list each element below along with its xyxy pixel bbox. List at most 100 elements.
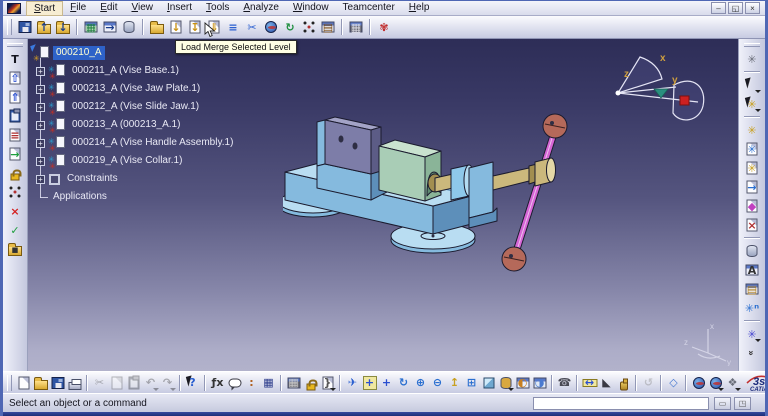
lock-icon[interactable]	[6, 164, 24, 182]
fast-rename-icon[interactable]: A	[743, 261, 761, 279]
send-to-icon[interactable]: →	[101, 18, 119, 36]
save-icon[interactable]	[16, 18, 34, 36]
cut-icon[interactable]: ✂	[91, 374, 108, 392]
measure-item-icon[interactable]: ◣	[598, 374, 615, 392]
vise-assembly-model[interactable]	[283, 94, 603, 299]
menu-tools[interactable]: Tools	[199, 1, 236, 16]
iso-view-icon[interactable]	[480, 374, 497, 392]
existing-component-icon[interactable]: →	[743, 178, 761, 196]
command-input[interactable]	[533, 397, 709, 410]
capture-icon[interactable]: ▦	[347, 18, 365, 36]
toolbar-grip[interactable]	[7, 375, 12, 391]
fit-all-in-icon[interactable]: +	[361, 374, 378, 392]
zoom-out-icon[interactable]: ⊖	[429, 374, 446, 392]
tree-expander[interactable]: +	[36, 67, 45, 76]
dialog-dock-button[interactable]: ◳	[734, 397, 751, 410]
check-in-all-icon[interactable]: ⇑	[6, 88, 24, 106]
linked-doc-icon[interactable]: }	[319, 374, 336, 392]
tree-item-label[interactable]: 000213_A (Vise Jaw Plate.1)	[69, 82, 203, 96]
redo-icon[interactable]: ↷	[159, 374, 176, 392]
3d-compass[interactable]: x y z	[610, 49, 720, 127]
tree-expander[interactable]: +	[36, 121, 45, 130]
new-component-icon[interactable]: ✳	[743, 140, 761, 158]
telephone-icon[interactable]: ☎	[556, 374, 573, 392]
tree-item-label[interactable]: 000211_A (Vise Base.1)	[69, 64, 182, 78]
copy-icon[interactable]	[108, 374, 125, 392]
new-product-icon[interactable]: ✳	[743, 159, 761, 177]
cut-component-icon[interactable]: ×	[743, 216, 761, 234]
menu-help[interactable]: Help	[402, 1, 437, 16]
structure-tree-icon[interactable]: ≡	[224, 18, 242, 36]
pan-icon[interactable]: +	[378, 374, 395, 392]
measure-icon[interactable]: ↔	[581, 374, 598, 392]
text-note-icon[interactable]: T	[6, 50, 24, 68]
delete-icon[interactable]: ×	[6, 202, 24, 220]
knowledge-icon[interactable]: :	[243, 374, 260, 392]
swap-visible-icon[interactable]: ◇	[665, 374, 682, 392]
load-merge-selected-level-icon[interactable]: ↧	[186, 18, 204, 36]
tree-expander[interactable]: +	[36, 103, 45, 112]
minimize-button[interactable]: –	[711, 2, 726, 14]
open-folder-icon[interactable]	[148, 18, 166, 36]
scene-lock-icon[interactable]	[302, 374, 319, 392]
database-icon[interactable]	[120, 18, 138, 36]
check-in-doc-icon[interactable]: ⇧	[6, 69, 24, 87]
network-icon[interactable]	[300, 18, 318, 36]
menu-start[interactable]: Start	[26, 1, 63, 16]
publish-icon[interactable]: ❖	[724, 374, 741, 392]
render-tools-icon[interactable]: ▦	[285, 374, 302, 392]
constraint-creation-icon[interactable]: ✳	[743, 325, 761, 343]
break-link-icon[interactable]: ✂	[243, 18, 261, 36]
catalog-icon[interactable]	[743, 242, 761, 260]
tree-expander[interactable]: +	[36, 85, 45, 94]
selection-sets-icon[interactable]: ✳	[743, 95, 761, 113]
tree-expander[interactable]: +	[36, 139, 45, 148]
menu-view[interactable]: View	[124, 1, 160, 16]
tree-item-label[interactable]: Constraints	[64, 172, 121, 186]
paste-icon[interactable]	[125, 374, 142, 392]
copy-structure-icon[interactable]: ≡	[6, 126, 24, 144]
inertia-icon[interactable]	[615, 374, 632, 392]
toolbar-grip[interactable]	[744, 43, 760, 47]
www-icon[interactable]	[690, 374, 707, 392]
www-settings-icon[interactable]	[707, 374, 724, 392]
undo-icon[interactable]: ↶	[142, 374, 159, 392]
manage-representations-icon[interactable]: ▤	[743, 280, 761, 298]
synchronize-icon[interactable]: ↻	[281, 18, 299, 36]
menu-insert[interactable]: Insert	[160, 1, 199, 16]
managed-folder-icon[interactable]: ▪	[6, 240, 24, 258]
fly-mode-icon[interactable]: ✈	[344, 374, 361, 392]
impact-network-icon[interactable]	[6, 183, 24, 201]
tree-expander[interactable]: +	[36, 175, 45, 184]
comment-icon[interactable]	[226, 374, 243, 392]
new-document-icon[interactable]	[15, 374, 32, 392]
help-icon[interactable]: ?	[184, 374, 201, 392]
open-icon[interactable]	[32, 374, 49, 392]
save-icon[interactable]	[49, 374, 66, 392]
export-window-icon[interactable]: ▤	[319, 18, 337, 36]
menu-window[interactable]: Window	[286, 1, 336, 16]
formula-icon[interactable]: ƒx	[209, 374, 226, 392]
normal-view-icon[interactable]: ↥	[446, 374, 463, 392]
tree-item-label[interactable]: 000219_A (Vise Collar.1)	[69, 154, 185, 168]
select-icon[interactable]	[743, 76, 761, 94]
multi-view-icon[interactable]: ⊞	[463, 374, 480, 392]
design-table-icon[interactable]: ▦	[260, 374, 277, 392]
swap-space-icon[interactable]: ◑	[531, 374, 548, 392]
toolbar-grip[interactable]	[7, 43, 23, 47]
update-icon[interactable]: ✳	[743, 50, 761, 68]
load-document-icon[interactable]: ↓	[167, 18, 185, 36]
spin-icon[interactable]: ↺	[640, 374, 657, 392]
zoom-in-icon[interactable]: ⊕	[412, 374, 429, 392]
tree-item-label[interactable]: 000210_A	[53, 46, 105, 60]
toolbar-grip[interactable]	[7, 19, 12, 35]
tree-item-label[interactable]: 000212_A (Vise Slide Jaw.1)	[69, 100, 202, 114]
rotate-icon[interactable]: ↻	[395, 374, 412, 392]
restore-button[interactable]: ◱	[728, 2, 743, 14]
print-icon[interactable]	[66, 374, 83, 392]
filter-icon[interactable]: ✓	[6, 221, 24, 239]
check-out-icon[interactable]: ↓	[54, 18, 72, 36]
import-component-icon[interactable]: →	[6, 145, 24, 163]
smart-move-icon[interactable]: ✳	[743, 121, 761, 139]
world-icon[interactable]	[262, 18, 280, 36]
